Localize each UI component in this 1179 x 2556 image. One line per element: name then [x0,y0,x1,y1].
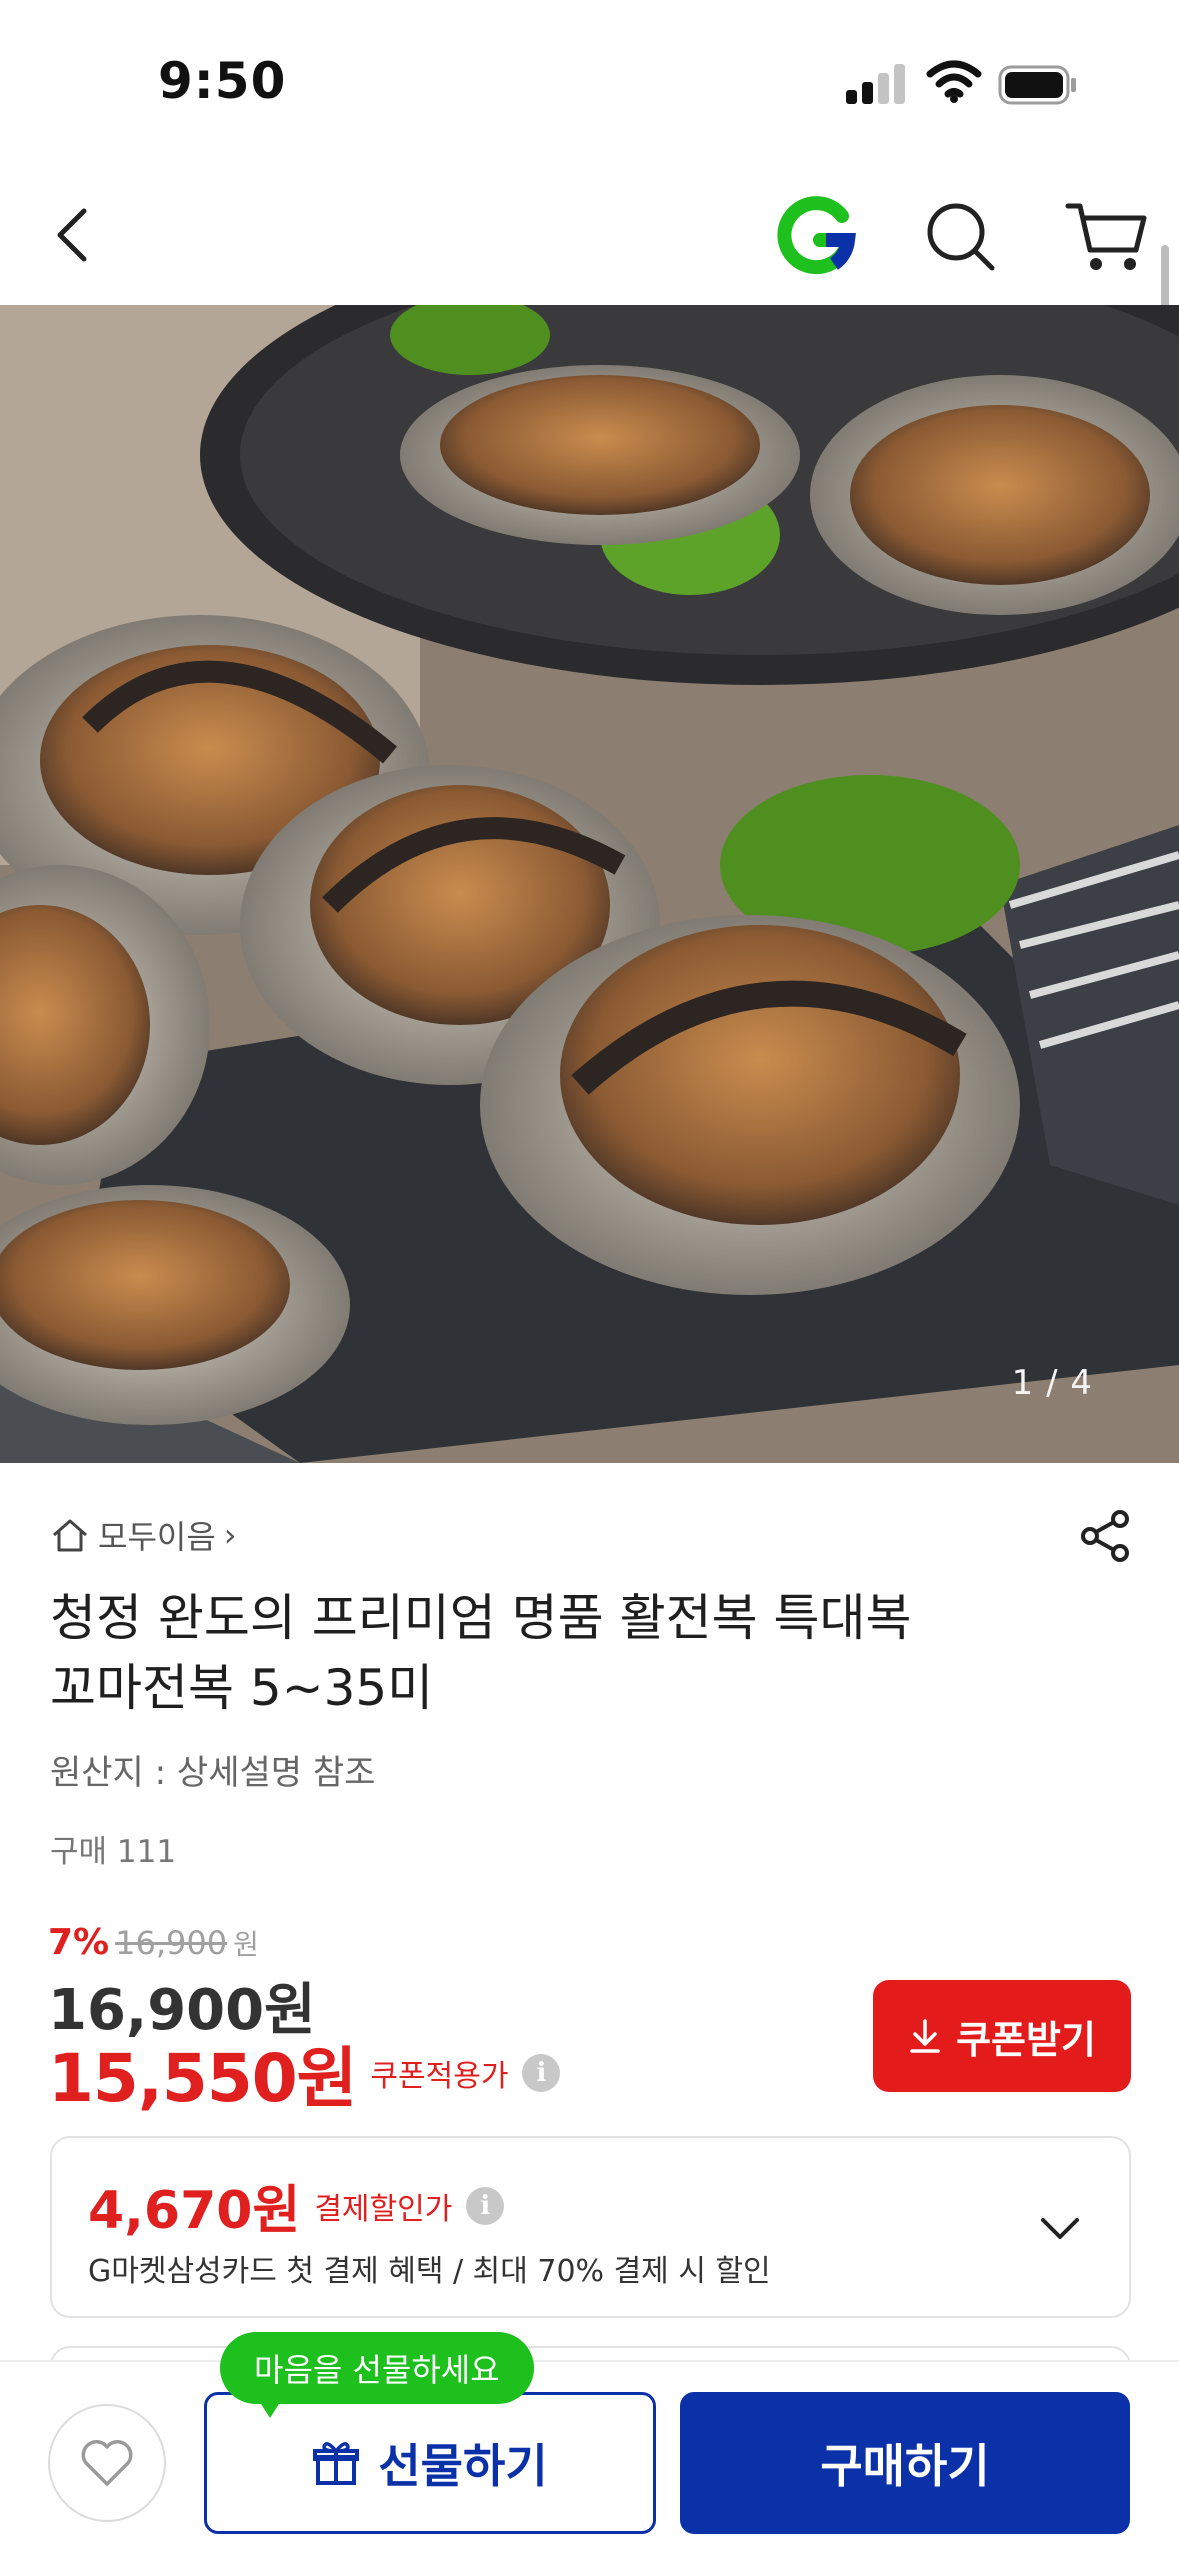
original-price-unit: 원 [233,1928,259,1961]
product-image[interactable]: 1 / 4 [0,305,1179,1463]
card-price-row: 4,670원 결제할인가 i [88,2168,505,2243]
card-discount-price: 4,670원 [88,2181,301,2241]
purchase-count: 구매 111 [50,1834,177,1870]
buy-button[interactable]: 구매하기 [680,2392,1130,2534]
original-price: 16,900 [115,1924,228,1962]
origin-info: 원산지 : 상세설명 참조 [50,1753,376,1793]
share-icon[interactable] [1078,1508,1134,1564]
gift-tooltip-tail [256,2396,284,2418]
heart-icon [81,2440,133,2486]
coupon-price-row: 15,550원 쿠폰적용가 i [48,2025,561,2121]
gift-tooltip: 마음을 선물하세요 [220,2332,534,2404]
discount-rate: 7% [48,1922,110,1963]
get-coupon-label: 쿠폰받기 [956,2017,1096,2062]
like-button[interactable] [48,2404,166,2522]
discount-row: 7% 16,900 원 [48,1922,259,1963]
bottom-action-bar: 선물하기 구매하기 [0,2360,1179,2556]
battery-icon [998,65,1076,105]
coupon-price-label: 쿠폰적용가 [370,2059,509,2094]
gallery-page-counter: 1 / 4 [1011,1363,1093,1403]
cart-icon[interactable] [1062,192,1150,280]
gift-icon [313,2442,360,2485]
coupon-price: 15,550원 [48,2040,357,2117]
gmarket-logo-icon[interactable] [776,194,860,278]
info-icon[interactable]: i [466,2186,505,2225]
product-title-line2: 꼬마전복 5~35미 [50,1659,434,1717]
home-icon [53,1519,87,1552]
chevron-left-icon[interactable] [40,195,110,275]
card-discount-description: G마켓삼성카드 첫 결제 혜택 / 최대 70% 결제 시 할인 [88,2254,771,2289]
get-coupon-button[interactable]: 쿠폰받기 [873,1980,1131,2092]
card-discount-panel[interactable]: 4,670원 결제할인가 i G마켓삼성카드 첫 결제 혜택 / 최대 70% … [50,2136,1131,2318]
status-time: 9:50 [158,52,287,110]
card-discount-label: 결제할인가 [314,2191,453,2227]
chevron-right-icon: › [223,1516,237,1554]
abalone-photo [0,305,1179,1463]
search-icon[interactable] [918,194,1002,278]
seller-name: 모두이음 [98,1518,216,1556]
gift-button-label: 선물하기 [378,2439,548,2493]
cellular-signal-icon [846,62,906,104]
product-title: 청정 완도의 프리미엄 명품 활전복 특대복 꼬마전복 5~35미 [50,1583,1050,1723]
seller-link[interactable]: 모두이음 › [50,1510,237,1560]
chevron-down-icon[interactable] [1037,2206,1083,2252]
app-header [0,170,1179,305]
buy-button-label: 구매하기 [820,2439,990,2493]
product-title-line1: 청정 완도의 프리미엄 명품 활전복 특대복 [50,1589,912,1647]
download-icon [910,2019,940,2053]
info-icon[interactable]: i [522,2054,561,2092]
wifi-icon [926,60,982,103]
status-bar: 9:50 [0,0,1179,170]
